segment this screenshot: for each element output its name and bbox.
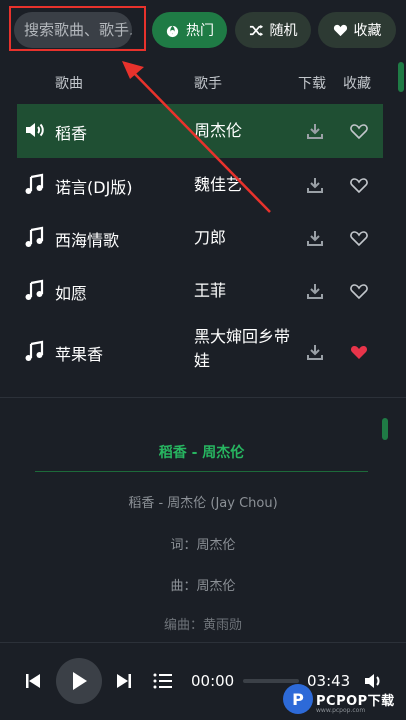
heart-outline-icon[interactable] — [349, 121, 369, 141]
search-input[interactable] — [14, 12, 132, 48]
column-favorite: 收藏 — [343, 76, 371, 92]
heart-outline-icon[interactable] — [349, 281, 369, 301]
column-download: 下载 — [298, 76, 326, 92]
song-title: 诺言(DJ版) — [55, 178, 133, 197]
song-artist: 黑大婶回乡带娃 — [194, 327, 291, 370]
heart-outline-icon[interactable] — [349, 175, 369, 195]
song-title: 西海情歌 — [55, 231, 120, 250]
shuffle-icon — [249, 24, 263, 36]
download-icon[interactable] — [305, 281, 325, 301]
music-note-icon — [25, 340, 44, 361]
watermark: P PCPOP下载 www.pcpop.com — [283, 684, 406, 720]
song-artist: 王菲 — [194, 281, 227, 300]
random-label: 随机 — [269, 23, 298, 39]
music-note-icon — [25, 173, 44, 194]
play-button[interactable] — [56, 658, 102, 704]
play-icon — [73, 672, 87, 690]
lyrics-heading: 稻香 - 周杰伦 — [35, 442, 368, 472]
favorites-button[interactable]: 收藏 — [318, 12, 396, 48]
song-title: 苹果香 — [55, 345, 104, 364]
download-icon[interactable] — [305, 228, 325, 248]
song-row[interactable]: 诺言(DJ版) 魏佳艺 — [17, 158, 383, 212]
search-box[interactable] — [14, 12, 132, 48]
pcpop-logo: P — [283, 684, 313, 714]
lyric-line: 词：周杰伦 — [170, 538, 236, 553]
watermark-url: www.pcpop.com — [316, 707, 366, 714]
song-row[interactable]: 稻香 周杰伦 — [17, 104, 383, 158]
lyrics-panel: 稻香 - 周杰伦 稻香 - 周杰伦 (Jay Chou) 词：周杰伦 曲：周杰伦… — [0, 398, 406, 642]
column-song: 歌曲 — [55, 76, 83, 92]
volume-icon — [26, 123, 44, 137]
flame-icon — [166, 25, 179, 37]
lyric-line: 稻香 - 周杰伦 (Jay Chou) — [128, 496, 278, 511]
download-icon[interactable] — [305, 342, 325, 362]
song-row[interactable]: 西海情歌 刀郎 — [17, 211, 383, 265]
song-artist: 魏佳艺 — [194, 175, 243, 194]
download-icon[interactable] — [305, 175, 325, 195]
next-icon[interactable] — [117, 673, 131, 689]
column-artist: 歌手 — [194, 76, 222, 92]
hot-label: 热门 — [186, 23, 214, 39]
lyrics-scrollbar[interactable] — [382, 418, 388, 440]
music-note-icon — [25, 226, 44, 247]
music-note-icon — [25, 279, 44, 300]
heart-outline-icon[interactable] — [349, 228, 369, 248]
playlist-icon[interactable] — [153, 672, 173, 690]
heart-icon — [333, 24, 347, 36]
song-list-header: 歌曲 歌手 下载 收藏 — [0, 62, 406, 102]
previous-icon[interactable] — [26, 673, 40, 689]
random-button[interactable]: 随机 — [235, 12, 311, 48]
download-icon[interactable] — [305, 121, 325, 141]
song-title: 如愿 — [55, 284, 88, 303]
lyric-line: 编曲：黄雨勋 — [163, 618, 242, 633]
song-title: 稻香 — [55, 124, 88, 143]
hot-button[interactable]: 热门 — [152, 12, 227, 48]
progress-slider[interactable] — [243, 679, 299, 683]
favorites-label: 收藏 — [353, 23, 382, 39]
song-row[interactable]: 苹果香 黑大婶回乡带娃 — [17, 322, 383, 380]
heart-filled-icon[interactable] — [349, 342, 369, 362]
top-bar: 热门 随机 收藏 — [0, 0, 406, 60]
current-time: 00:00 — [191, 672, 235, 690]
song-row[interactable]: 如愿 王菲 — [17, 264, 383, 318]
song-artist: 周杰伦 — [194, 121, 243, 140]
song-artist: 刀郎 — [194, 228, 227, 247]
lyric-line: 曲：周杰伦 — [170, 579, 236, 594]
